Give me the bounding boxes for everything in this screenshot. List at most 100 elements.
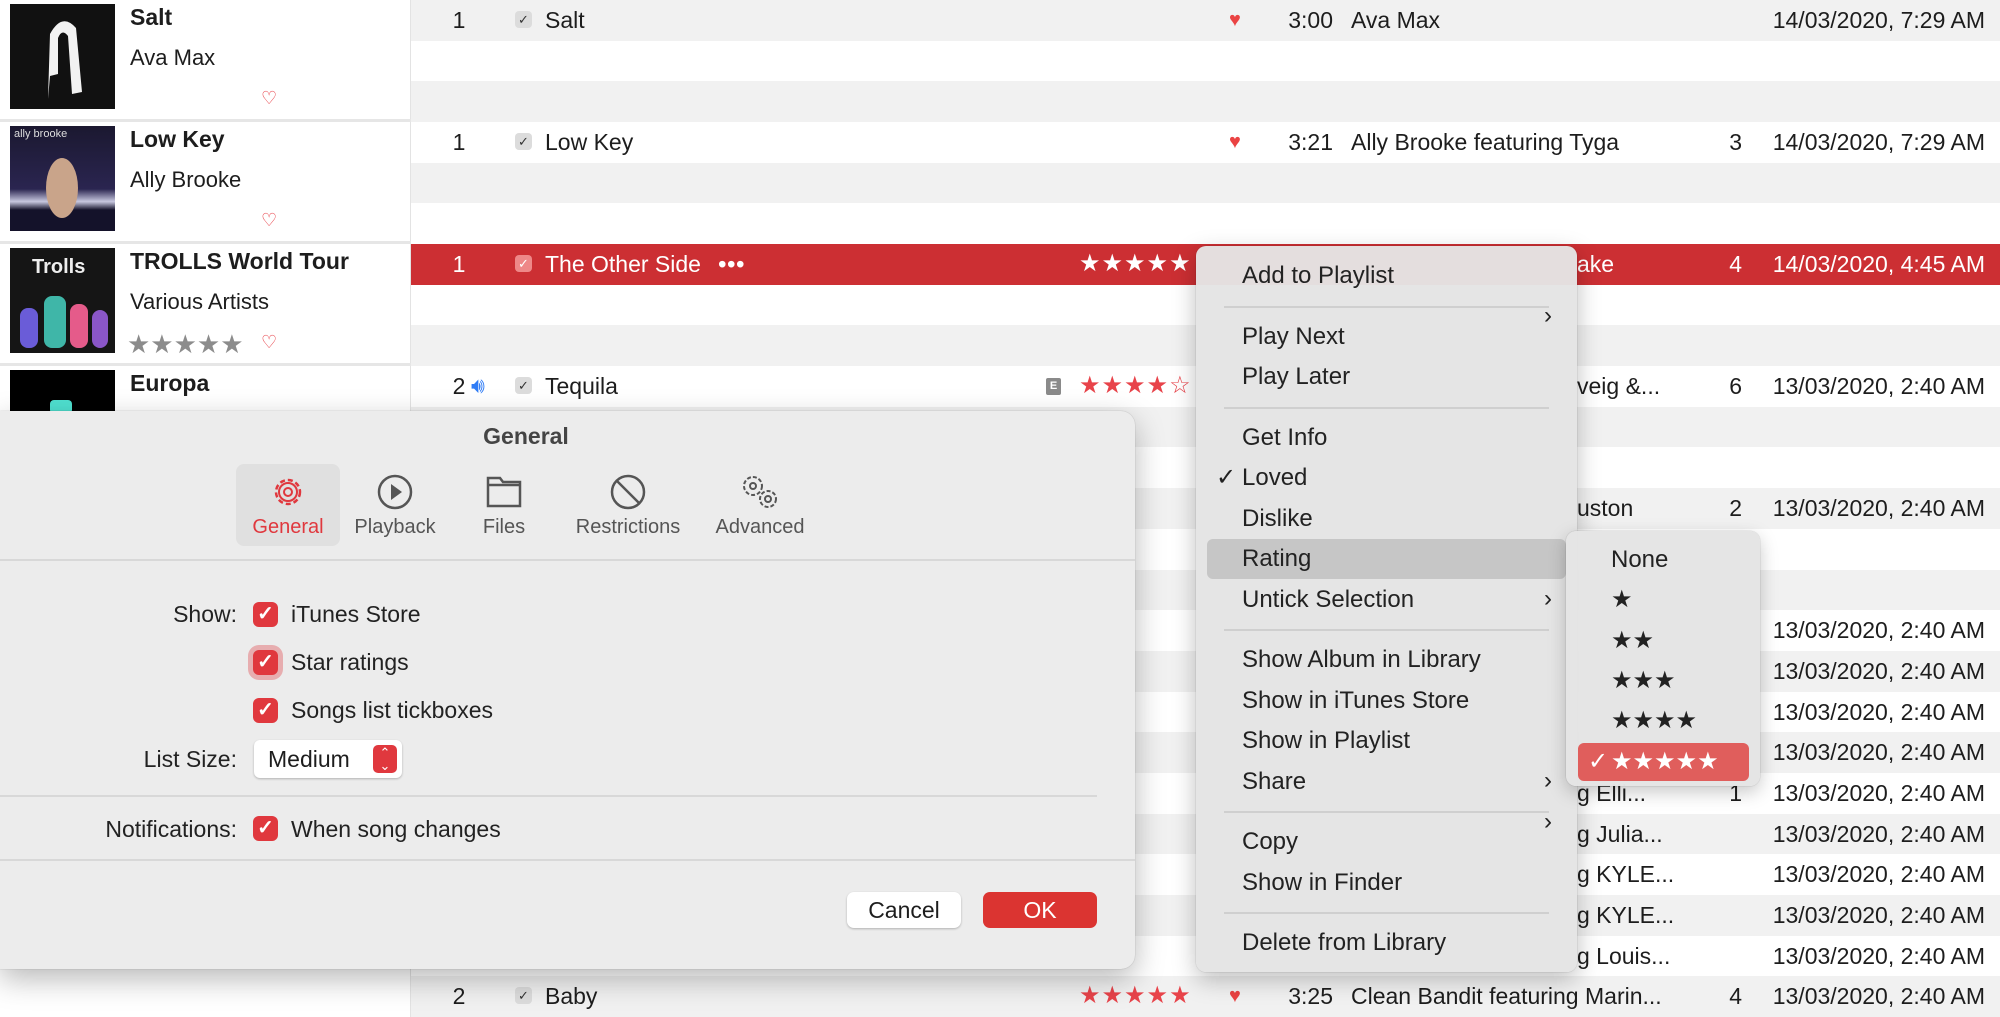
menu-item-show-in-itunes-store[interactable]: Show in iTunes Store [1207,681,1566,721]
date-added: 14/03/2020, 4:45 AM [1772,251,1985,278]
menu-item-label: Show in Finder [1242,868,1403,896]
table-row[interactable] [411,162,2000,204]
song-title: Tequila [545,373,618,400]
song-tickbox[interactable]: ✓ [515,987,532,1005]
table-row[interactable] [411,81,2000,123]
menu-item-delete-from-library[interactable]: Delete from Library [1207,923,1566,963]
menu-separator [1224,912,1549,914]
speaker-playing-icon: 🔊︎ [471,373,485,399]
more-options-button[interactable]: ••• [718,244,745,285]
preferences-dialog: General General Playback Files Restricti… [0,411,1135,969]
menu-item-label: Get Info [1242,423,1328,451]
track-number: 1 [452,251,466,278]
song-time: 3:21 [1288,129,1333,156]
star-ratings-checkbox[interactable]: ✓ [253,650,278,675]
itunes-store-checkbox[interactable]: ✓ [253,602,278,627]
menu-item-label: Play Next [1242,322,1345,350]
menu-item-loved[interactable]: ✓ Loved [1207,458,1566,498]
tab-label: Advanced [715,516,805,538]
table-row[interactable] [411,40,2000,82]
rating-stars[interactable]: ★★★★★ [1079,976,1192,1017]
divider [0,859,1135,861]
table-row[interactable]: 1 ✓ Salt ♥ 3:00 Ava Max 14/03/2020, 7:29 AM [411,0,2000,41]
menu-item-dislike[interactable]: Dislike [1207,499,1566,539]
ok-button[interactable]: OK [983,892,1097,928]
date-added: 13/03/2020, 2:40 AM [1772,373,1985,400]
songs-list-tickboxes-label: Songs list tickboxes [291,697,493,723]
rating-stars[interactable]: ★★★★☆ [1079,366,1192,407]
rating-option[interactable]: ★★★ [1578,662,1749,700]
rating-option[interactable]: ★★★★ [1578,702,1749,740]
play-count: 3 [1729,129,1742,156]
star-ratings-label: Star ratings [291,649,409,675]
track-number: 2 [452,373,466,400]
menu-item-rating[interactable]: Rating › [1207,539,1566,612]
album-group[interactable]: Salt Ava Max ♡ [0,0,411,122]
rating-option-label: ★★ [1611,626,1655,654]
album-group[interactable]: Trolls TROLLS World Tour Various Artists… [0,244,411,366]
menu-item-get-info[interactable]: Get Info [1207,418,1566,458]
rating-option[interactable]: ✓ ★★★★★ [1578,742,1749,781]
rating-option[interactable]: ★★ [1578,622,1749,660]
album-group[interactable]: ally brooke Low Key Ally Brooke ♡ [0,122,411,244]
tab-label: Playback [354,516,436,538]
rating-submenu: None ★ ★★ ★★★ ★★★★ ✓ ★★★★★ [1566,531,1760,786]
heart-filled-icon[interactable]: ♥ [1229,0,1241,41]
album-rating-stars[interactable]: ★★★★★ [127,329,244,360]
heart-outline-icon[interactable]: ♡ [261,88,277,109]
play-count: 2 [1729,495,1742,522]
menu-separator [1224,305,1549,308]
album-title: Europa [130,370,210,396]
menu-separator [1224,406,1549,409]
table-row[interactable] [411,203,2000,245]
rating-option[interactable]: None [1578,541,1749,579]
cancel-button[interactable]: Cancel [847,892,961,928]
table-row[interactable]: 2 ✓ Baby ★★★★★ ♥ 3:25 Clean Bandit featuring M… [411,976,2000,1017]
songs-list-tickboxes-checkbox[interactable]: ✓ [253,698,278,723]
table-row[interactable]: 1 ✓ Low Key ♥ 3:21 Ally Brooke featuring Tyga… [411,122,2000,163]
song-tickbox[interactable]: ✓ [515,377,532,395]
list-size-select[interactable]: Medium ⌃ ⌄ [254,740,402,778]
rating-stars[interactable]: ★★★★★ [1079,244,1192,285]
menu-item-copy[interactable]: Copy [1207,822,1566,862]
song-title: The Other Side [545,251,701,278]
heart-filled-icon[interactable]: ♥ [1229,976,1241,1017]
menu-item-play-later[interactable]: Play Later [1207,357,1566,397]
date-added: 14/03/2020, 7:29 AM [1772,129,1985,156]
gear-icon [274,478,302,506]
menu-item-play-next[interactable]: Play Next [1207,317,1566,357]
tab-general[interactable]: General [236,464,340,546]
menu-item-show-in-playlist[interactable]: Show in Playlist › [1207,721,1566,794]
rating-option[interactable]: ★ [1578,581,1749,619]
album-artist: Ava Max [130,45,216,70]
menu-item-share[interactable]: Share › [1207,762,1566,835]
divider [0,795,1097,797]
menu-item-label: Play Later [1242,363,1351,390]
tab-restrictions[interactable]: Restrictions [570,464,686,546]
heart-outline-icon[interactable]: ♡ [261,210,277,231]
menu-item-untick-selection[interactable]: Untick Selection [1207,580,1566,620]
tab-files[interactable]: Files [452,464,556,546]
tab-playback[interactable]: Playback [343,464,447,546]
song-artist: veig &... [1577,373,1661,400]
list-size-value: Medium [268,746,350,772]
play-count: 6 [1729,373,1742,400]
dialog-title: General [483,423,569,449]
song-tickbox[interactable]: ✓ [515,255,532,273]
menu-item-show-album-in-library[interactable]: Show Album in Library [1207,640,1566,680]
song-tickbox[interactable]: ✓ [515,133,532,151]
heart-filled-icon[interactable]: ♥ [1229,122,1241,163]
when-song-changes-checkbox[interactable]: ✓ [253,816,278,841]
song-artist: ake [1577,251,1615,278]
menu-item-show-in-finder[interactable]: Show in Finder [1207,863,1566,903]
song-artist: Clean Bandit featuring Marin... [1351,983,1662,1010]
menu-item-add-to-playlist[interactable]: Add to Playlist › [1207,256,1566,329]
song-tickbox[interactable]: ✓ [515,11,532,28]
menu-item-label: Show in Playlist [1242,727,1411,754]
date-added: 13/03/2020, 2:40 AM [1772,901,1985,928]
menu-separator [1224,629,1549,631]
heart-outline-icon[interactable]: ♡ [261,332,277,353]
tab-advanced[interactable]: Advanced [706,464,814,546]
album-title: Salt [130,4,173,30]
folder-icon [486,476,522,508]
